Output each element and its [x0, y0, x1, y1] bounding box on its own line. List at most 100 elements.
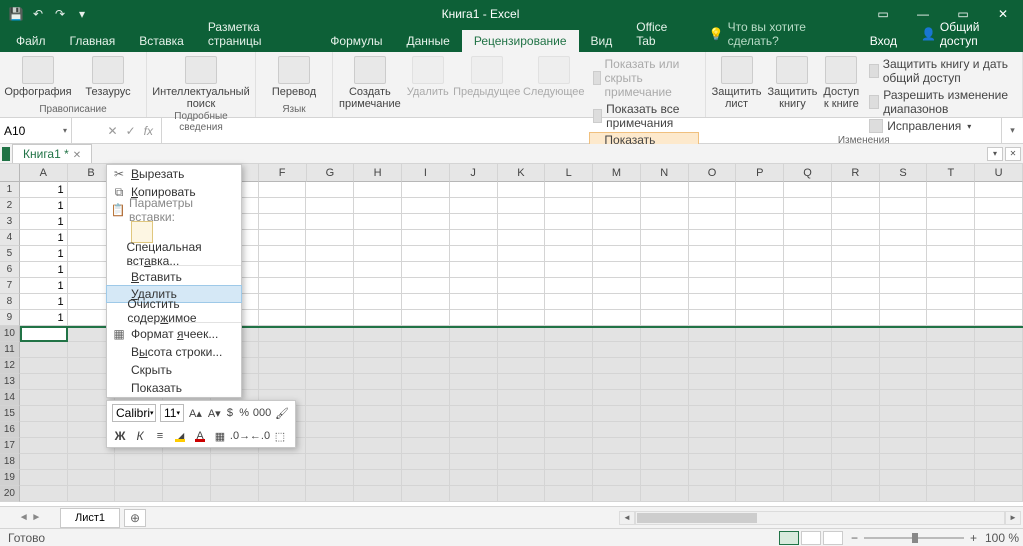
cell[interactable] — [402, 310, 450, 326]
cell[interactable]: 1 — [20, 278, 68, 294]
cell[interactable] — [784, 326, 832, 342]
row-header[interactable]: 2 — [0, 198, 20, 214]
tab-insert[interactable]: Вставка — [127, 30, 196, 52]
cell[interactable] — [259, 470, 307, 486]
cell[interactable] — [880, 486, 928, 502]
cell[interactable]: 1 — [20, 182, 68, 198]
column-header[interactable]: P — [736, 164, 784, 182]
column-header[interactable]: Q — [784, 164, 832, 182]
cell[interactable] — [832, 182, 880, 198]
cell[interactable] — [450, 374, 498, 390]
row-header[interactable]: 14 — [0, 390, 20, 406]
cell[interactable] — [354, 342, 402, 358]
cell[interactable] — [927, 406, 975, 422]
cell[interactable] — [975, 198, 1023, 214]
cell[interactable] — [880, 214, 928, 230]
workbook-tab[interactable]: Книга1 *✕ — [12, 144, 92, 163]
cell[interactable] — [498, 198, 546, 214]
cell[interactable] — [306, 230, 354, 246]
font-size-input[interactable]: 11▾ — [160, 404, 184, 422]
cell[interactable] — [880, 198, 928, 214]
cell[interactable] — [450, 246, 498, 262]
column-header[interactable]: U — [975, 164, 1023, 182]
cell[interactable] — [450, 470, 498, 486]
cell[interactable] — [498, 422, 546, 438]
cell[interactable] — [593, 422, 641, 438]
cell[interactable] — [689, 294, 737, 310]
cell[interactable] — [354, 422, 402, 438]
column-header[interactable]: L — [545, 164, 593, 182]
tab-layout[interactable]: Разметка страницы — [196, 16, 318, 52]
cell[interactable] — [354, 198, 402, 214]
cell[interactable] — [784, 422, 832, 438]
cell[interactable] — [736, 278, 784, 294]
cell[interactable] — [927, 246, 975, 262]
cell[interactable] — [306, 470, 354, 486]
cell[interactable] — [927, 454, 975, 470]
cell[interactable] — [498, 262, 546, 278]
cell[interactable] — [306, 438, 354, 454]
cell[interactable] — [784, 438, 832, 454]
cell[interactable] — [402, 470, 450, 486]
tab-menu-icon[interactable]: ▾ — [987, 147, 1003, 161]
cell[interactable] — [927, 278, 975, 294]
fx-icon[interactable]: fx — [144, 124, 153, 138]
cell[interactable] — [306, 342, 354, 358]
cell[interactable] — [450, 198, 498, 214]
cell[interactable] — [306, 358, 354, 374]
cell[interactable] — [115, 486, 163, 502]
cell[interactable] — [593, 262, 641, 278]
cell[interactable] — [402, 390, 450, 406]
cell[interactable] — [259, 246, 307, 262]
cell[interactable] — [593, 310, 641, 326]
cell[interactable] — [20, 406, 68, 422]
cell[interactable] — [402, 358, 450, 374]
cell[interactable] — [306, 390, 354, 406]
cell[interactable] — [402, 406, 450, 422]
scroll-right-icon[interactable]: ► — [1005, 511, 1021, 525]
cell[interactable] — [689, 310, 737, 326]
cell[interactable] — [498, 438, 546, 454]
cell[interactable] — [784, 198, 832, 214]
row-header[interactable]: 13 — [0, 374, 20, 390]
cell[interactable] — [784, 182, 832, 198]
font-name-input[interactable]: Calibri▾ — [112, 404, 156, 422]
cell[interactable] — [211, 454, 259, 470]
tell-me[interactable]: 💡Что вы хотите сделать? — [697, 16, 858, 52]
protect-and-share-button[interactable]: Защитить книгу и дать общий доступ — [865, 56, 1016, 86]
cell[interactable] — [259, 374, 307, 390]
cell[interactable] — [689, 454, 737, 470]
column-header[interactable]: N — [641, 164, 689, 182]
cell[interactable] — [450, 486, 498, 502]
italic-icon[interactable]: К — [132, 428, 148, 444]
cell[interactable] — [498, 486, 546, 502]
cell[interactable] — [927, 182, 975, 198]
cell[interactable] — [880, 358, 928, 374]
qat-customize-icon[interactable]: ▾ — [74, 6, 90, 22]
cell[interactable] — [784, 358, 832, 374]
cell[interactable] — [545, 278, 593, 294]
cell[interactable]: 1 — [20, 214, 68, 230]
cell[interactable] — [975, 326, 1023, 342]
cell[interactable] — [641, 294, 689, 310]
sign-in[interactable]: Вход — [858, 30, 909, 52]
cell[interactable] — [736, 454, 784, 470]
cell[interactable] — [641, 470, 689, 486]
cell[interactable] — [354, 390, 402, 406]
cell[interactable] — [736, 406, 784, 422]
cell[interactable] — [354, 438, 402, 454]
cell[interactable] — [402, 278, 450, 294]
name-box[interactable]: A10▾ — [0, 118, 72, 143]
cell[interactable] — [20, 358, 68, 374]
cell[interactable] — [402, 422, 450, 438]
cell[interactable] — [689, 438, 737, 454]
cell[interactable] — [545, 390, 593, 406]
cell[interactable] — [641, 486, 689, 502]
scroll-left-icon[interactable]: ◄ — [619, 511, 635, 525]
cell[interactable] — [450, 438, 498, 454]
cell[interactable] — [784, 406, 832, 422]
column-header[interactable]: T — [927, 164, 975, 182]
cell[interactable] — [689, 230, 737, 246]
cell[interactable] — [689, 182, 737, 198]
cell[interactable] — [689, 214, 737, 230]
